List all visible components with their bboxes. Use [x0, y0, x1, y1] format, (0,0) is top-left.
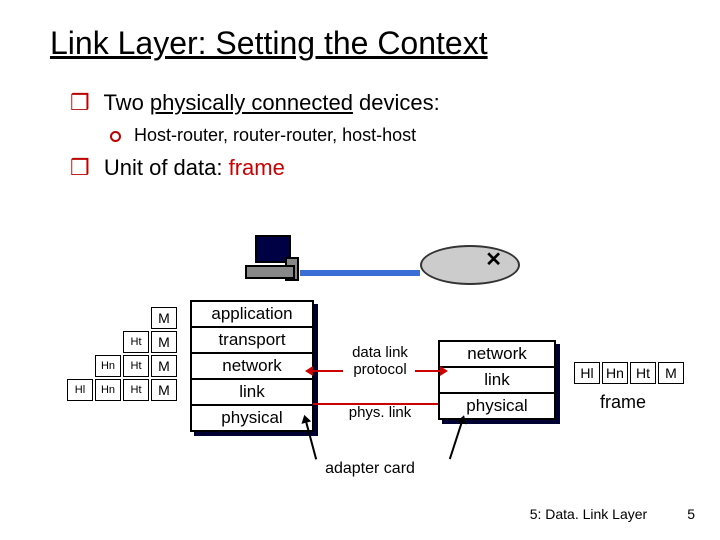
sub-bullet-text: Host-router, router-router, host-host	[134, 125, 416, 145]
stack-layer-link: link	[440, 368, 554, 394]
enc-cell: M	[151, 355, 177, 377]
slide-title: Link Layer: Setting the Context	[50, 25, 488, 62]
bullet-marker: ❒	[70, 155, 90, 180]
stack-layer-network: network	[192, 354, 312, 380]
host-computer-icon	[245, 235, 305, 285]
enc-cell: Hn	[95, 379, 121, 401]
enc-cell: Hn	[95, 355, 121, 377]
stack-layer-link: link	[192, 380, 312, 406]
bullet-text-underlined: physically connected	[150, 90, 353, 115]
stack-layer-application: application	[192, 302, 312, 328]
slide-footer: 5: Data. Link Layer 5	[530, 506, 695, 522]
stack-layer-network: network	[440, 342, 554, 368]
enc-cell: M	[151, 331, 177, 353]
encapsulation-table: M Ht M Hn Ht M Hl Hn Ht M	[65, 305, 179, 403]
bullet-text-prefix: Unit of data:	[104, 155, 229, 180]
host-protocol-stack: application transport network link physi…	[190, 300, 314, 432]
footer-page: 5	[687, 506, 695, 522]
stack-layer-physical: physical	[440, 394, 554, 418]
frame-label: frame	[600, 392, 646, 413]
sub-bullet-examples: Host-router, router-router, host-host	[110, 125, 416, 146]
router-protocol-stack: network link physical	[438, 340, 556, 420]
stack-layer-transport: transport	[192, 328, 312, 354]
enc-cell: Ht	[123, 379, 149, 401]
arrow-left	[313, 370, 343, 372]
footer-chapter: 5: Data. Link Layer	[530, 506, 648, 522]
stack-layer-physical: physical	[192, 406, 312, 430]
enc-cell: M	[151, 307, 177, 329]
frame-cell: Hn	[602, 362, 628, 384]
top-physical-link-line	[300, 270, 420, 276]
frame-cell: M	[658, 362, 684, 384]
label-phys-link: phys. link	[340, 405, 420, 422]
bullet-devices: ❒ Two physically connected devices:	[70, 90, 440, 116]
frame-cell: Ht	[630, 362, 656, 384]
frame-cell: Hl	[574, 362, 600, 384]
router-icon: ✕	[420, 245, 520, 289]
sub-bullet-marker	[110, 131, 121, 142]
bullet-text-suffix: devices:	[353, 90, 440, 115]
adapter-arrow-right	[449, 421, 463, 460]
enc-cell: Hl	[67, 379, 93, 401]
label-data-link-protocol: data link protocol	[340, 345, 420, 378]
bullet-marker: ❒	[70, 90, 90, 115]
enc-cell: Ht	[123, 331, 149, 353]
arrow-right	[415, 370, 440, 372]
label-adapter-card: adapter card	[300, 460, 440, 478]
bullet-text-prefix: Two	[103, 90, 149, 115]
bullet-unit: ❒ Unit of data: frame	[70, 155, 285, 181]
bullet-text-frame: frame	[229, 155, 285, 180]
frame-header-table: Hl Hn Ht M	[572, 360, 686, 386]
enc-cell: Ht	[123, 355, 149, 377]
enc-cell: M	[151, 379, 177, 401]
